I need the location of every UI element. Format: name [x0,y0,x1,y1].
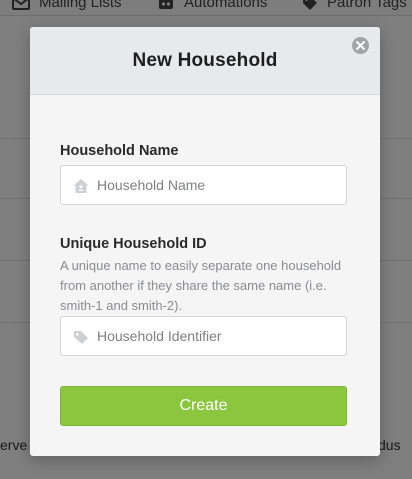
house-icon [72,177,90,195]
household-id-label: Unique Household ID [60,236,207,252]
create-button[interactable]: Create [60,386,347,426]
household-id-help-text: A unique name to easily separate one hou… [60,258,342,313]
close-button[interactable] [352,37,369,54]
close-icon [356,41,365,50]
modal-title: New Household [132,49,278,71]
household-name-label: Household Name [60,143,179,159]
modal-header: New Household [30,27,380,95]
household-id-field[interactable] [60,316,347,356]
new-household-modal: New Household Household Name Unique Hous… [30,27,380,456]
household-name-field[interactable] [60,165,347,205]
household-name-input[interactable] [97,166,342,204]
tag-icon [72,328,90,346]
household-id-input[interactable] [97,317,342,355]
